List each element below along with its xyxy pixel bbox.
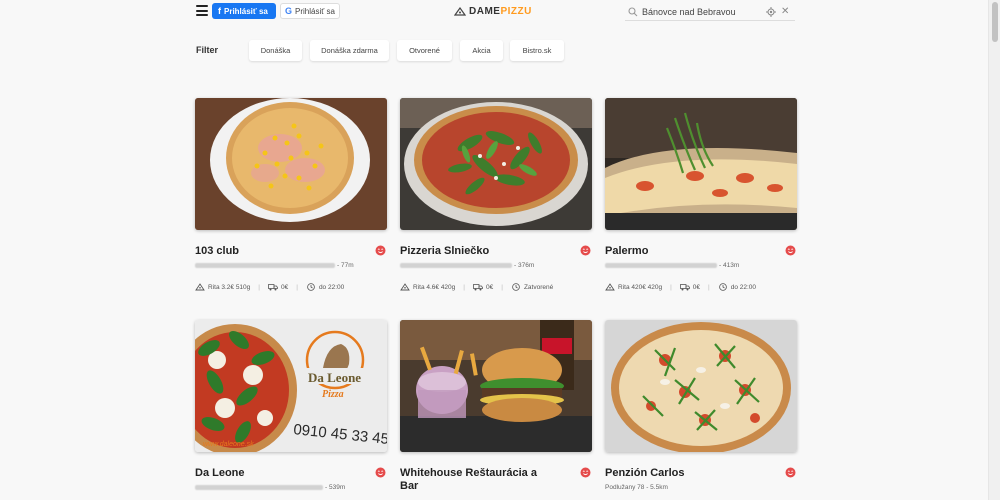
- restaurant-name[interactable]: Pizzeria Slniečko: [400, 245, 550, 258]
- restaurant-distance: - 77m: [337, 262, 354, 269]
- filter-chip-otvorene[interactable]: Otvorené: [397, 40, 452, 61]
- restaurant-name[interactable]: Penzión Carlos: [605, 467, 755, 480]
- delivery-truck-icon: [268, 284, 278, 291]
- delivery-fee: 0€: [692, 283, 701, 291]
- header: f Prihlásiť sa G Prihlásiť sa DAMEPIZZU …: [0, 0, 988, 24]
- google-login-label: Prihlásiť sa: [295, 6, 335, 16]
- clock-icon: [307, 283, 315, 291]
- restaurant-photo[interactable]: [195, 98, 387, 230]
- restaurant-distance: - 539m: [325, 484, 346, 491]
- restaurant-card[interactable]: Da Leone Pizza 0910 45 33 45 www.daleone…: [195, 320, 387, 491]
- google-icon: G: [285, 6, 293, 16]
- search-icon: [628, 6, 638, 16]
- favorite-icon[interactable]: [375, 467, 386, 478]
- restaurant-address: - 539m: [195, 484, 345, 491]
- scrollbar-thumb[interactable]: [992, 2, 998, 42]
- svg-text:Da Leone: Da Leone: [308, 370, 361, 385]
- facebook-login-label: Prihlásiť sa: [224, 6, 268, 16]
- restaurant-distance: - 376m: [514, 262, 535, 269]
- clock-icon: [718, 283, 727, 291]
- location-search: ✕: [625, 3, 795, 21]
- facebook-icon: f: [218, 6, 221, 16]
- filter-chip-donaska-zdarma[interactable]: Donáška zdarma: [310, 40, 389, 61]
- restaurant-photo[interactable]: [400, 320, 592, 452]
- favorite-icon[interactable]: [580, 467, 591, 478]
- restaurant-photo[interactable]: [605, 320, 797, 452]
- restaurant-photo[interactable]: Da Leone Pizza 0910 45 33 45 www.daleone…: [195, 320, 387, 452]
- google-login-button[interactable]: G Prihlásiť sa: [280, 3, 340, 19]
- clock-icon: [512, 283, 520, 291]
- locate-icon[interactable]: [766, 6, 776, 17]
- pizza-price: Rita 4.6€ 420g: [413, 283, 456, 291]
- blurred-address: [400, 263, 512, 268]
- restaurant-card[interactable]: 103 club - 77m Rita 3.2€ 510g | 0€ | do …: [195, 98, 387, 291]
- restaurant-card[interactable]: Whitehouse Reštaurácia a Bar: [400, 320, 592, 492]
- location-input[interactable]: [642, 6, 760, 17]
- filter-chip-donaska[interactable]: Donáška: [249, 40, 302, 61]
- logo-text: DAMEPIZZU: [469, 5, 532, 17]
- favorite-icon[interactable]: [580, 245, 591, 256]
- opening-hours: do 22:00: [730, 283, 757, 291]
- blurred-address: [195, 263, 335, 268]
- filter-chip-bistro[interactable]: Bistro.sk: [510, 40, 564, 61]
- restaurant-name[interactable]: Palermo: [605, 245, 755, 258]
- facebook-login-button[interactable]: f Prihlásiť sa: [212, 3, 276, 19]
- restaurant-photo[interactable]: [400, 98, 592, 230]
- pizza-icon: [195, 283, 205, 291]
- favorite-icon[interactable]: [375, 245, 386, 256]
- restaurant-card[interactable]: Penzión Carlos Podlužany 78 - 5.5km: [605, 320, 797, 491]
- restaurant-card[interactable]: Palermo - 413m Rita 420€ 420g | 0€ | do …: [605, 98, 797, 291]
- restaurant-address: - 77m: [195, 262, 354, 269]
- restaurant-name[interactable]: 103 club: [195, 245, 345, 258]
- restaurant-address-text: Podlužany 78 - 5.5km: [605, 484, 668, 491]
- filter-chip-akcia[interactable]: Akcia: [460, 40, 503, 61]
- restaurant-address: Podlužany 78 - 5.5km: [605, 484, 668, 491]
- restaurant-address: - 413m: [605, 262, 739, 269]
- close-icon[interactable]: ✕: [781, 6, 789, 17]
- scrollbar[interactable]: [988, 0, 1000, 500]
- delivery-truck-icon: [679, 284, 690, 291]
- restaurant-photo[interactable]: [605, 98, 797, 230]
- pizza-logo-icon: [454, 6, 466, 16]
- svg-text:Pizza: Pizza: [322, 389, 344, 400]
- delivery-fee: 0€: [281, 283, 289, 291]
- filter-label: Filter: [196, 45, 219, 55]
- blurred-address: [195, 485, 323, 490]
- favorite-icon[interactable]: [785, 467, 796, 478]
- pizza-icon: [605, 283, 615, 291]
- restaurant-card[interactable]: Pizzeria Slniečko - 376m Rita 4.6€ 420g …: [400, 98, 592, 291]
- restaurant-meta: Rita 4.6€ 420g | 0€ | Zatvorené: [400, 283, 553, 291]
- restaurant-name[interactable]: Da Leone: [195, 467, 345, 480]
- restaurant-distance: - 413m: [719, 262, 740, 269]
- pizza-price: Rita 3.2€ 510g: [208, 283, 251, 291]
- logo[interactable]: DAMEPIZZU: [454, 4, 532, 18]
- opening-hours: Zatvorené: [523, 283, 554, 291]
- restaurant-name[interactable]: Whitehouse Reštaurácia a Bar: [400, 467, 550, 493]
- favorite-icon[interactable]: [785, 245, 796, 256]
- menu-icon[interactable]: [196, 5, 208, 16]
- opening-hours: do 22:00: [318, 283, 345, 291]
- blurred-address: [605, 263, 717, 268]
- pizza-icon: [400, 283, 410, 291]
- pizza-price: Rita 420€ 420g: [618, 283, 663, 291]
- delivery-truck-icon: [473, 284, 483, 291]
- svg-text:www.daleone.sk: www.daleone.sk: [203, 441, 254, 448]
- restaurant-meta: Rita 3.2€ 510g | 0€ | do 22:00: [195, 283, 344, 291]
- restaurant-address: - 376m: [400, 262, 534, 269]
- delivery-fee: 0€: [486, 283, 494, 291]
- restaurant-meta: Rita 420€ 420g | 0€ | do 22:00: [605, 283, 756, 291]
